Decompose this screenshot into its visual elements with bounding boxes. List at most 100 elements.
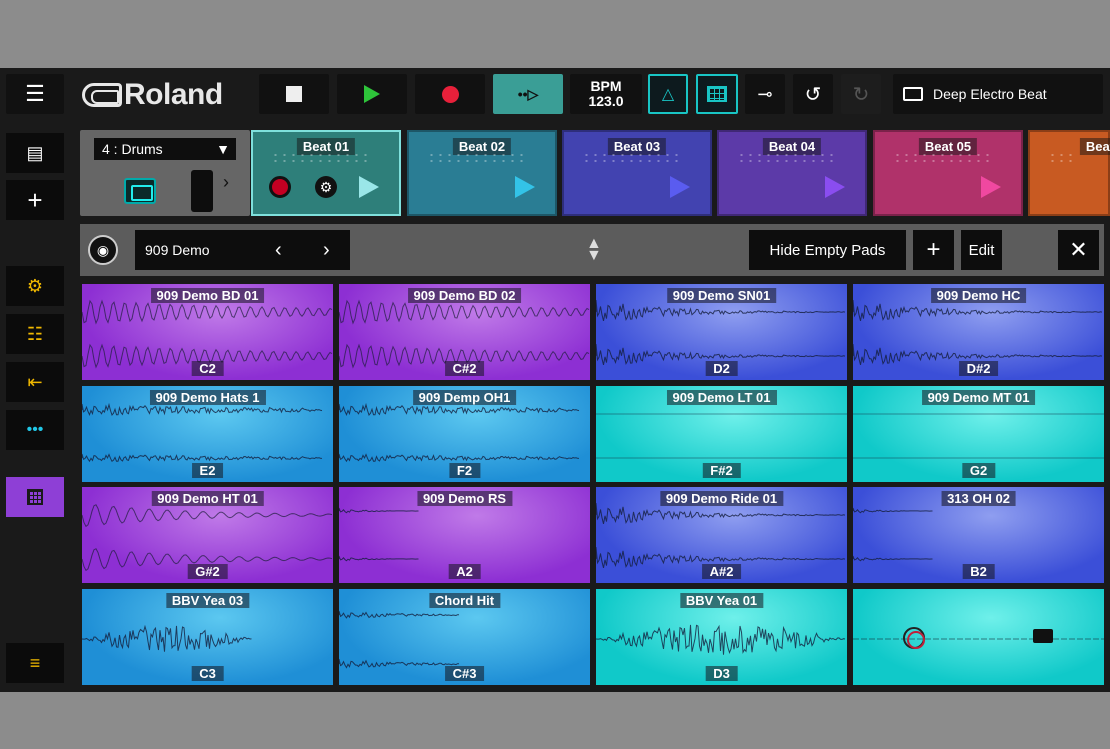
redo-icon: ↻ (852, 83, 870, 106)
pattern-chain-button[interactable]: ••▷ (493, 74, 563, 114)
grid-pad-icon (27, 489, 43, 505)
pad-sample-name: 909 Demo RS (416, 491, 513, 506)
drum-pad[interactable]: BBV Yea 01 D3 (596, 589, 847, 685)
sidebar-item-master[interactable]: ≡ (6, 643, 64, 683)
drum-pad[interactable]: 909 Demo Hats 1 E2 (82, 386, 333, 482)
sidebar-item-browser[interactable]: ▤ (6, 133, 64, 173)
faders-icon: ≡ (29, 652, 41, 673)
beat-play-icon[interactable] (515, 176, 535, 198)
beat-play-icon[interactable] (981, 176, 1001, 198)
drum-pad[interactable]: 909 Demo BD 01 C2 (82, 284, 333, 380)
waveform-graphic (853, 638, 1104, 640)
sidebar-item-pads[interactable] (6, 477, 64, 517)
sidebar-item-sampler[interactable]: ••• (6, 410, 64, 450)
beat-slot[interactable]: Beat 02 (407, 130, 557, 216)
pad-note: C#2 (444, 361, 485, 376)
edit-label: Edit (968, 241, 995, 259)
metronome-button[interactable]: △ (648, 74, 688, 114)
drum-pad[interactable]: 909 Demo SN01 D2 (596, 284, 847, 380)
pad-sample-name: 909 Demo Hats 1 (149, 390, 266, 405)
metronome-icon: △ (661, 86, 675, 103)
kit-prev-icon[interactable]: ‹ (275, 230, 282, 270)
pad-note: A#2 (701, 564, 742, 579)
beat-pattern-preview (737, 152, 835, 164)
beat-pattern-preview (893, 152, 991, 164)
plus-icon: + (926, 236, 941, 263)
roland-mark-icon (82, 83, 122, 107)
import-icon: ⇤ (27, 371, 43, 392)
drum-pad[interactable]: 909 Demo LT 01 F#2 (596, 386, 847, 482)
pad-note: C2 (191, 361, 224, 376)
stop-button[interactable] (259, 74, 329, 114)
drum-pad[interactable] (853, 589, 1104, 685)
hide-empty-pads-label: Hide Empty Pads (769, 241, 886, 259)
key-icon: ⊸ (757, 83, 773, 104)
drum-pad[interactable]: 909 Demo BD 02 C#2 (339, 284, 590, 380)
beat-pattern-preview (582, 152, 680, 164)
drum-machine-icon[interactable] (124, 178, 156, 204)
add-pad-button[interactable]: + (913, 230, 954, 270)
beat-record-icon[interactable] (269, 176, 291, 198)
undo-button[interactable]: ↺ (793, 74, 833, 114)
hide-empty-pads-button[interactable]: Hide Empty Pads (749, 230, 906, 270)
drum-pad[interactable]: BBV Yea 03 C3 (82, 589, 333, 685)
undo-icon: ↺ (804, 83, 822, 106)
sidebar-item-effects[interactable]: ☷ (6, 314, 64, 354)
beat-slot[interactable]: Beat 03 (562, 130, 712, 216)
kit-next-icon[interactable]: › (323, 230, 330, 270)
chevron-right-icon[interactable]: › (223, 172, 229, 193)
bpm-display[interactable]: BPM 123.0 (570, 74, 642, 114)
beat-slot[interactable]: Beat 05 (873, 130, 1023, 216)
pad-sample-name: BBV Yea 03 (165, 593, 250, 608)
beat-play-icon[interactable] (359, 176, 379, 198)
drum-pad[interactable]: Chord Hit C#3 (339, 589, 590, 685)
sidebar-item-mixer[interactable]: ⚙ (6, 266, 64, 306)
edit-button[interactable]: Edit (961, 230, 1002, 270)
pad-sample-name: 909 Demo LT 01 (666, 390, 777, 405)
bpm-label: BPM (590, 78, 622, 95)
drum-pad[interactable]: 909 Demo HT 01 G#2 (82, 487, 333, 583)
kit-drum-icon[interactable]: ◉ (88, 235, 118, 265)
key-button[interactable]: ⊸ (745, 74, 785, 114)
pad-note: D#2 (958, 361, 999, 376)
pad-sample-name: 909 Demo HT 01 (151, 491, 264, 506)
grid-button[interactable] (696, 74, 738, 114)
beat-label: Beat (1079, 138, 1110, 155)
pad-note: D2 (705, 361, 738, 376)
menu-button[interactable]: ☰ (6, 74, 64, 114)
close-button[interactable]: ✕ (1058, 230, 1099, 270)
pad-note: C3 (191, 666, 224, 681)
track-select[interactable]: 4 : Drums ▼ (94, 138, 236, 160)
kit-name: 909 Demo (145, 242, 210, 258)
drum-pad[interactable]: 909 Demo HC D#2 (853, 284, 1104, 380)
dropdown-triangle-icon: ▼ (216, 141, 230, 157)
sidebar-item-import[interactable]: ⇤ (6, 362, 64, 402)
beat-slot[interactable]: Beat (1028, 130, 1110, 216)
drum-pad[interactable]: 909 Demo RS A2 (339, 487, 590, 583)
beat-slot[interactable]: Beat 01 ⚙ (251, 130, 401, 216)
pad-record-icon[interactable] (903, 627, 925, 649)
sidebar-item-add[interactable]: + (6, 180, 64, 220)
beat-play-icon[interactable] (670, 176, 690, 198)
record-button[interactable] (415, 74, 485, 114)
play-icon (364, 85, 380, 103)
redo-button[interactable]: ↻ (841, 74, 881, 114)
play-button[interactable] (337, 74, 407, 114)
resize-handle-icon[interactable]: ▲ ▼ (586, 236, 602, 264)
drum-pad[interactable]: 313 OH 02 B2 (853, 487, 1104, 583)
drum-pad[interactable]: 909 Demp OH1 F2 (339, 386, 590, 482)
drum-pad[interactable]: 909 Demo MT 01 G2 (853, 386, 1104, 482)
beat-pattern-preview (427, 152, 525, 164)
project-button[interactable]: Deep Electro Beat (893, 74, 1103, 114)
gear-icon[interactable]: ⚙ (315, 176, 337, 198)
kit-select[interactable]: 909 Demo ‹ › (135, 230, 350, 270)
kit-bar: ◉ 909 Demo ‹ › ▲ ▼ Hide Empty Pads + Edit… (80, 224, 1104, 276)
beat-play-icon[interactable] (825, 176, 845, 198)
folder-icon[interactable] (1033, 629, 1053, 643)
beat-pattern-preview (271, 152, 369, 164)
track-volume-slider[interactable] (191, 170, 213, 212)
pad-note: E2 (191, 463, 224, 478)
drum-pad[interactable]: 909 Demo Ride 01 A#2 (596, 487, 847, 583)
wave-icon: ••• (26, 421, 44, 438)
beat-slot[interactable]: Beat 04 (717, 130, 867, 216)
